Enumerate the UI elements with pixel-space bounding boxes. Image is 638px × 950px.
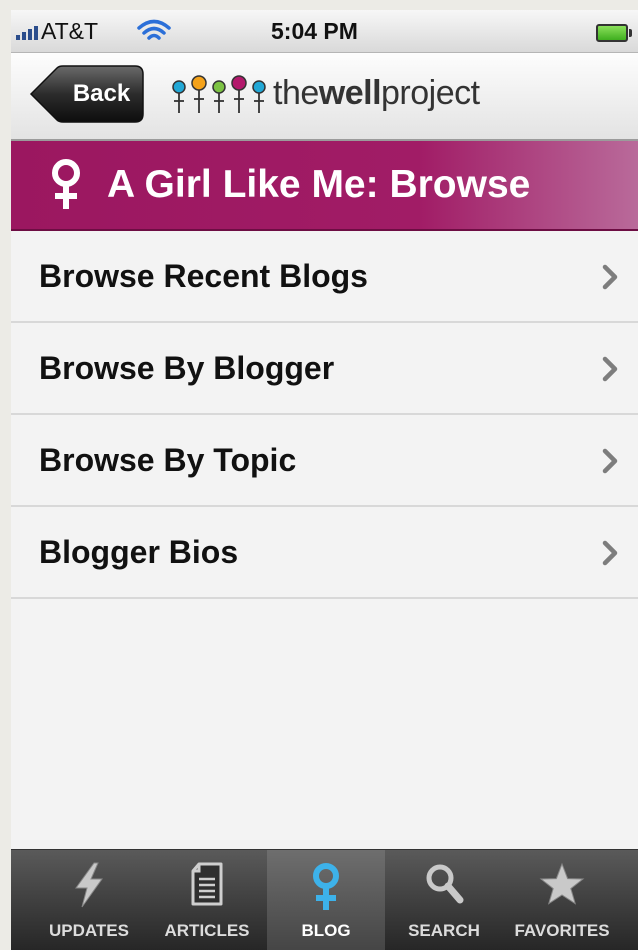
wifi-icon: [137, 19, 171, 49]
logo-wordmark: thewellproject: [273, 74, 480, 113]
logo-figures-icon: [172, 75, 266, 113]
tab-articles[interactable]: ARTICLES: [148, 850, 266, 950]
chevron-right-icon: [602, 540, 618, 566]
list-item-label: Browse By Blogger: [39, 350, 335, 386]
list-item-label: Browse Recent Blogs: [39, 258, 368, 294]
carrier-label: AT&T: [41, 18, 99, 44]
clock: 5:04 PM: [271, 18, 358, 44]
page-title: A Girl Like Me: Browse: [107, 163, 531, 206]
logo-bold: well: [318, 74, 382, 112]
tab-label: ARTICLES: [164, 921, 250, 940]
venus-icon: [52, 159, 80, 209]
list-item-browse-recent-blogs[interactable]: Browse Recent Blogs: [11, 231, 638, 323]
tab-label: UPDATES: [49, 921, 129, 940]
chevron-right-icon: [602, 264, 618, 290]
tab-label: SEARCH: [408, 921, 480, 940]
battery-icon: [596, 24, 632, 42]
list-item-label: Browse By Topic: [39, 442, 297, 478]
logo-suffix: project: [381, 74, 480, 112]
browse-list: Browse Recent Blogs Browse By Blogger Br…: [11, 231, 638, 599]
chevron-right-icon: [602, 356, 618, 382]
list-item-browse-by-topic[interactable]: Browse By Topic: [11, 415, 638, 507]
status-bar: AT&T 5:04 PM: [11, 10, 638, 53]
the-well-project-logo: thewellproject: [171, 71, 511, 121]
tab-updates[interactable]: UPDATES: [30, 850, 148, 950]
venus-icon: [313, 863, 339, 910]
navigation-bar: Back thewellproject: [11, 53, 638, 141]
list-item-label: Blogger Bios: [39, 534, 239, 570]
tab-label: FAVORITES: [514, 921, 610, 940]
signal-strength-icon: [16, 24, 38, 40]
back-button-label: Back: [72, 80, 131, 107]
tab-bar: UPDATES ARTICLES BLOG SEARCH FAVORITES: [11, 849, 638, 950]
search-icon: [426, 864, 464, 904]
document-icon: [191, 862, 223, 906]
lightning-icon: [75, 862, 103, 908]
app-screen: AT&T 5:04 PM Back thewellproject A Girl …: [11, 10, 638, 950]
logo-prefix: the: [273, 74, 319, 112]
list-item-blogger-bios[interactable]: Blogger Bios: [11, 507, 638, 599]
star-icon: [539, 862, 585, 905]
tab-blog[interactable]: BLOG: [267, 850, 385, 950]
list-item-browse-by-blogger[interactable]: Browse By Blogger: [11, 323, 638, 415]
section-header: A Girl Like Me: Browse: [11, 141, 638, 231]
back-button[interactable]: Back: [29, 65, 144, 123]
tab-favorites[interactable]: FAVORITES: [503, 850, 621, 950]
tab-search[interactable]: SEARCH: [385, 850, 503, 950]
chevron-right-icon: [602, 448, 618, 474]
tab-label: BLOG: [301, 921, 351, 940]
